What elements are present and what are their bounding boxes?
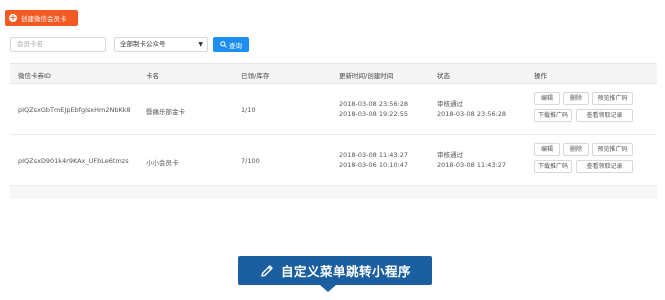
card-times: 2018-03-08 23:56:28 2018-03-08 19:22:55: [339, 99, 408, 119]
table-header: 微信卡券ID 卡名 已领/库存 更新时间/创建时间 状态 操作: [10, 64, 657, 84]
header-actions: 操作: [534, 72, 547, 80]
banner-text: 自定义菜单跳转小程序: [280, 264, 411, 279]
card-status: 审核通过 2018-03-08 11:43:27: [437, 150, 506, 170]
banner-pointer: [320, 285, 336, 292]
table-footer: [10, 186, 657, 199]
query-button[interactable]: 查询: [213, 37, 249, 52]
edit-button[interactable]: 编辑: [534, 92, 560, 105]
delete-button[interactable]: 删除: [563, 92, 589, 105]
status-time: 2018-03-08 11:43:27: [437, 161, 507, 169]
preview-qrcode-button[interactable]: 预览推广码: [592, 92, 633, 105]
card-status: 审核通过 2018-03-08 23:56:28: [437, 99, 506, 119]
card-id: pIQZsxD901k4r9KAx_UFbLe6tmzs: [18, 157, 129, 165]
card-name: 暨痛乐部金卡: [146, 108, 185, 116]
header-card-id: 微信卡券ID: [18, 72, 51, 80]
account-select-value: 全部制卡公众号: [120, 40, 166, 48]
create-member-card-button[interactable]: + 创建微信会员卡: [5, 10, 78, 26]
table-row: pIQZsxGbTmEJpEbfgisxHm2NbKk8 暨痛乐部金卡 1/10…: [10, 84, 657, 135]
header-card-name: 卡名: [146, 72, 159, 80]
card-name: 小小会员卡: [146, 159, 179, 167]
dropdown-caret-icon: ▼: [198, 41, 203, 48]
member-card-table: 微信卡券ID 卡名 已领/库存 更新时间/创建时间 状态 操作 pIQZsxGb…: [10, 63, 657, 199]
card-id: pIQZsxGbTmEJpEbfgisxHm2NbKk8: [18, 106, 131, 114]
create-member-card-label: 创建微信会员卡: [21, 15, 67, 23]
table-row: pIQZsxD901k4r9KAx_UFbLe6tmzs 小小会员卡 7/100…: [10, 135, 657, 186]
menu-jump-banner: 自定义菜单跳转小程序: [238, 256, 432, 285]
card-times: 2018-03-08 11:43:27 2018-03-06 10:10:47: [339, 150, 408, 170]
account-select[interactable]: 全部制卡公众号 ▼: [114, 37, 208, 52]
delete-button[interactable]: 删除: [563, 143, 589, 156]
status-time: 2018-03-08 23:56:28: [437, 110, 507, 118]
download-qrcode-button[interactable]: 下载推广码: [534, 160, 572, 173]
query-label: 查询: [229, 41, 242, 50]
status-text: 审核通过: [437, 100, 463, 108]
plus-icon: +: [9, 13, 17, 22]
updated-time: 2018-03-08 23:56:28: [339, 100, 409, 108]
edit-button[interactable]: 编辑: [534, 143, 560, 156]
view-claim-records-button[interactable]: 查看领取记录: [576, 160, 633, 173]
header-status: 状态: [437, 72, 450, 80]
header-stock: 已领/库存: [241, 72, 270, 80]
card-stock: 7/100: [241, 157, 260, 165]
card-name-search-input[interactable]: 会员卡名: [10, 37, 106, 52]
card-stock: 1/10: [241, 106, 256, 114]
created-time: 2018-03-06 10:10:47: [339, 161, 409, 169]
updated-time: 2018-03-08 11:43:27: [339, 151, 409, 159]
download-qrcode-button[interactable]: 下载推广码: [534, 109, 572, 122]
search-icon: [220, 41, 227, 48]
view-claim-records-button[interactable]: 查看领取记录: [576, 109, 633, 122]
status-text: 审核通过: [437, 151, 463, 159]
created-time: 2018-03-08 19:22:55: [339, 110, 409, 118]
header-time: 更新时间/创建时间: [339, 72, 394, 80]
preview-qrcode-button[interactable]: 预览推广码: [592, 143, 633, 156]
pencil-icon: [261, 264, 273, 277]
